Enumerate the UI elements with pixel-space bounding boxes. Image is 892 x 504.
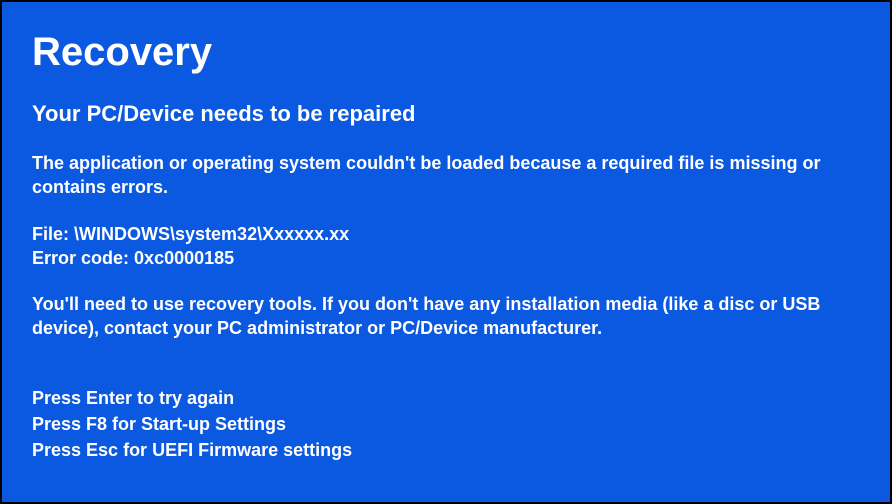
error-code-value: 0xc0000185 <box>134 248 234 268</box>
error-code-label: Error code: <box>32 248 129 268</box>
instruction-enter: Press Enter to try again <box>32 385 860 411</box>
recovery-hint: You'll need to use recovery tools. If yo… <box>32 292 860 341</box>
error-code-line: Error code: 0xc0000185 <box>32 246 860 270</box>
recovery-subtitle: Your PC/Device needs to be repaired <box>32 101 860 127</box>
error-description: The application or operating system coul… <box>32 151 860 200</box>
recovery-title: Recovery <box>32 30 860 75</box>
instruction-esc: Press Esc for UEFI Firmware settings <box>32 437 860 463</box>
file-line: File: \WINDOWS\system32\Xxxxxx.xx <box>32 222 860 246</box>
key-instructions: Press Enter to try again Press F8 for St… <box>32 385 860 463</box>
file-label: File: <box>32 224 69 244</box>
instruction-f8: Press F8 for Start-up Settings <box>32 411 860 437</box>
file-path: \WINDOWS\system32\Xxxxxx.xx <box>74 224 349 244</box>
